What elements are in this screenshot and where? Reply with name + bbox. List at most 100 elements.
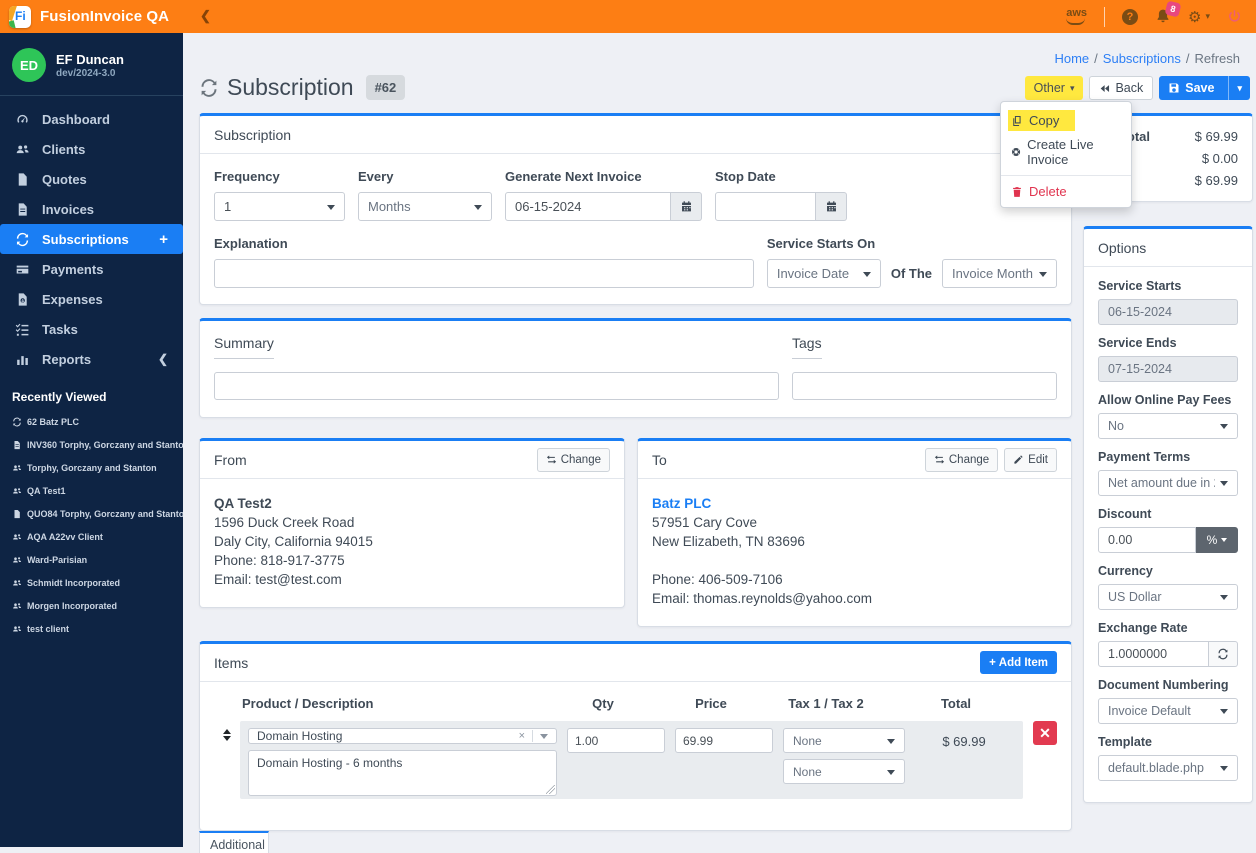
sidebar-item-subscriptions[interactable]: Subscriptions +: [0, 224, 183, 254]
tab-additional[interactable]: Additional: [199, 831, 269, 853]
product-select[interactable]: Domain Hosting ×: [248, 728, 557, 744]
sidebar-item-tasks[interactable]: Tasks: [0, 314, 183, 344]
options-panel: Options Service Starts 06-15-2024 Servic…: [1083, 226, 1253, 803]
to-change-button[interactable]: Change: [924, 447, 999, 472]
users-icon: [12, 532, 22, 542]
back-button[interactable]: Back: [1089, 76, 1154, 100]
file-invoice-icon: [15, 202, 30, 217]
save-dropdown-toggle[interactable]: ▾: [1228, 76, 1250, 100]
avatar: ED: [12, 48, 46, 82]
allow-online-pay-fees-select[interactable]: No: [1098, 413, 1238, 439]
breadcrumb-subscriptions-link[interactable]: Subscriptions: [1103, 51, 1181, 66]
item-description-textarea[interactable]: Domain Hosting - 6 months: [248, 750, 557, 796]
discount-label: Discount: [1098, 507, 1152, 521]
clear-selection-icon[interactable]: ×: [512, 730, 533, 742]
file-invoice-icon: [12, 440, 22, 450]
tax1-select[interactable]: None: [783, 728, 905, 753]
user-block[interactable]: ED EF Duncan dev/2024-3.0: [0, 33, 183, 96]
service-starts-on-select[interactable]: Invoice Date: [766, 259, 881, 288]
resize-grip-icon[interactable]: [546, 785, 555, 794]
frequency-select[interactable]: 1: [214, 192, 345, 221]
settings-gear-icon[interactable]: ⚙ ▾: [1188, 8, 1210, 26]
menu-item-delete[interactable]: Delete: [1001, 181, 1131, 202]
sidebar-item-dashboard[interactable]: Dashboard: [0, 104, 183, 134]
tags-input[interactable]: [792, 372, 1057, 400]
sidebar-item-clients[interactable]: Clients: [0, 134, 183, 164]
generate-next-invoice-input[interactable]: [505, 192, 671, 221]
users-icon: [12, 624, 22, 634]
menu-item-copy[interactable]: Copy: [1001, 107, 1131, 134]
calendar-button[interactable]: [816, 192, 847, 221]
recent-item-invoice[interactable]: INV360 Torphy, Gorczany and Stanton: [0, 433, 183, 456]
currency-select[interactable]: US Dollar: [1098, 584, 1238, 610]
calendar-button[interactable]: [671, 192, 702, 221]
sidebar-item-reports[interactable]: Reports ❮: [0, 344, 183, 374]
explanation-label: Explanation: [214, 236, 288, 251]
tags-label: Tags: [792, 335, 822, 359]
document-numbering-select[interactable]: Invoice Default: [1098, 698, 1238, 724]
of-the-select[interactable]: Invoice Month: [942, 259, 1057, 288]
service-ends-label: Service Ends: [1098, 336, 1177, 350]
percent-icon: %: [1206, 533, 1218, 547]
sidebar-item-payments[interactable]: Payments: [0, 254, 183, 284]
logout-power-icon[interactable]: [1227, 8, 1242, 26]
tax2-select[interactable]: None: [783, 759, 905, 784]
refresh-rate-button[interactable]: [1209, 641, 1238, 667]
price-input[interactable]: [675, 728, 773, 753]
sidebar-item-invoices[interactable]: Invoices: [0, 194, 183, 224]
to-edit-button[interactable]: Edit: [1004, 447, 1057, 472]
summary-input[interactable]: [214, 372, 779, 400]
recent-item-client[interactable]: Torphy, Gorczany and Stanton: [0, 456, 183, 479]
document-numbering-label: Document Numbering: [1098, 678, 1229, 692]
summary-label: Summary: [214, 335, 274, 359]
recent-item-client[interactable]: AQA A22vv Client: [0, 525, 183, 548]
items-panel: Items + Add Item Product / Description Qt…: [199, 641, 1072, 831]
delete-item-button[interactable]: ✕: [1033, 721, 1057, 745]
recent-item-client[interactable]: Ward-Parisian: [0, 548, 183, 571]
qty-input[interactable]: [567, 728, 665, 753]
recent-item-quote[interactable]: QUO84 Torphy, Gorczany and Stanton: [0, 502, 183, 525]
subscription-panel: Subscription Frequency 1 Every Months Ge…: [199, 113, 1072, 305]
tax-amount: $ 0.00: [1201, 151, 1238, 166]
notifications-bell-icon[interactable]: 8: [1155, 0, 1182, 26]
drag-handle-icon[interactable]: [214, 721, 240, 799]
sidebar-item-expenses[interactable]: Expenses: [0, 284, 183, 314]
help-icon[interactable]: ?: [1122, 8, 1139, 25]
users-icon: [12, 486, 22, 496]
to-client-link[interactable]: Batz PLC: [652, 494, 1057, 513]
recent-item-subscription[interactable]: 62 Batz PLC: [0, 410, 183, 433]
template-select[interactable]: default.blade.php: [1098, 755, 1238, 781]
exchange-rate-input[interactable]: [1098, 641, 1209, 667]
calendar-icon: [680, 200, 693, 213]
payment-terms-select[interactable]: Net amount due in 20 days: [1098, 470, 1238, 496]
menu-item-create-live-invoice[interactable]: Create Live Invoice: [1001, 134, 1131, 170]
explanation-input[interactable]: [214, 259, 754, 288]
column-total: Total: [940, 696, 972, 711]
app-logo-icon: Fi: [9, 5, 31, 28]
tasks-icon: [15, 322, 30, 337]
users-icon: [15, 142, 30, 157]
recent-item-client[interactable]: QA Test1: [0, 479, 183, 502]
breadcrumb-home-link[interactable]: Home: [1054, 51, 1089, 66]
discount-input[interactable]: [1098, 527, 1196, 553]
sidebar-item-quotes[interactable]: Quotes: [0, 164, 183, 194]
every-select[interactable]: Months: [358, 192, 492, 221]
add-subscription-icon[interactable]: +: [159, 231, 168, 248]
save-button[interactable]: Save ▾: [1159, 76, 1250, 100]
subtotal-amount: $ 69.99: [1194, 129, 1238, 144]
chevron-left-icon: ❮: [157, 352, 168, 366]
app-brand[interactable]: Fi FusionInvoice QA: [0, 5, 183, 28]
discount-type-button[interactable]: %: [1196, 527, 1238, 553]
recent-item-client[interactable]: test client: [0, 617, 183, 640]
recent-item-client[interactable]: Schmidt Incorporated: [0, 571, 183, 594]
sidebar-collapse-icon[interactable]: ❮: [200, 8, 211, 24]
add-item-button[interactable]: + Add Item: [980, 651, 1057, 674]
aws-icon[interactable]: aws: [1066, 8, 1087, 25]
other-button[interactable]: Other ▾: [1024, 76, 1084, 100]
users-icon: [12, 555, 22, 565]
stop-date-input[interactable]: [715, 192, 816, 221]
service-starts-on-label: Service Starts On: [766, 236, 876, 251]
file-icon: [15, 172, 30, 187]
recent-item-client[interactable]: Morgen Incorporated: [0, 594, 183, 617]
from-change-button[interactable]: Change: [536, 447, 610, 472]
